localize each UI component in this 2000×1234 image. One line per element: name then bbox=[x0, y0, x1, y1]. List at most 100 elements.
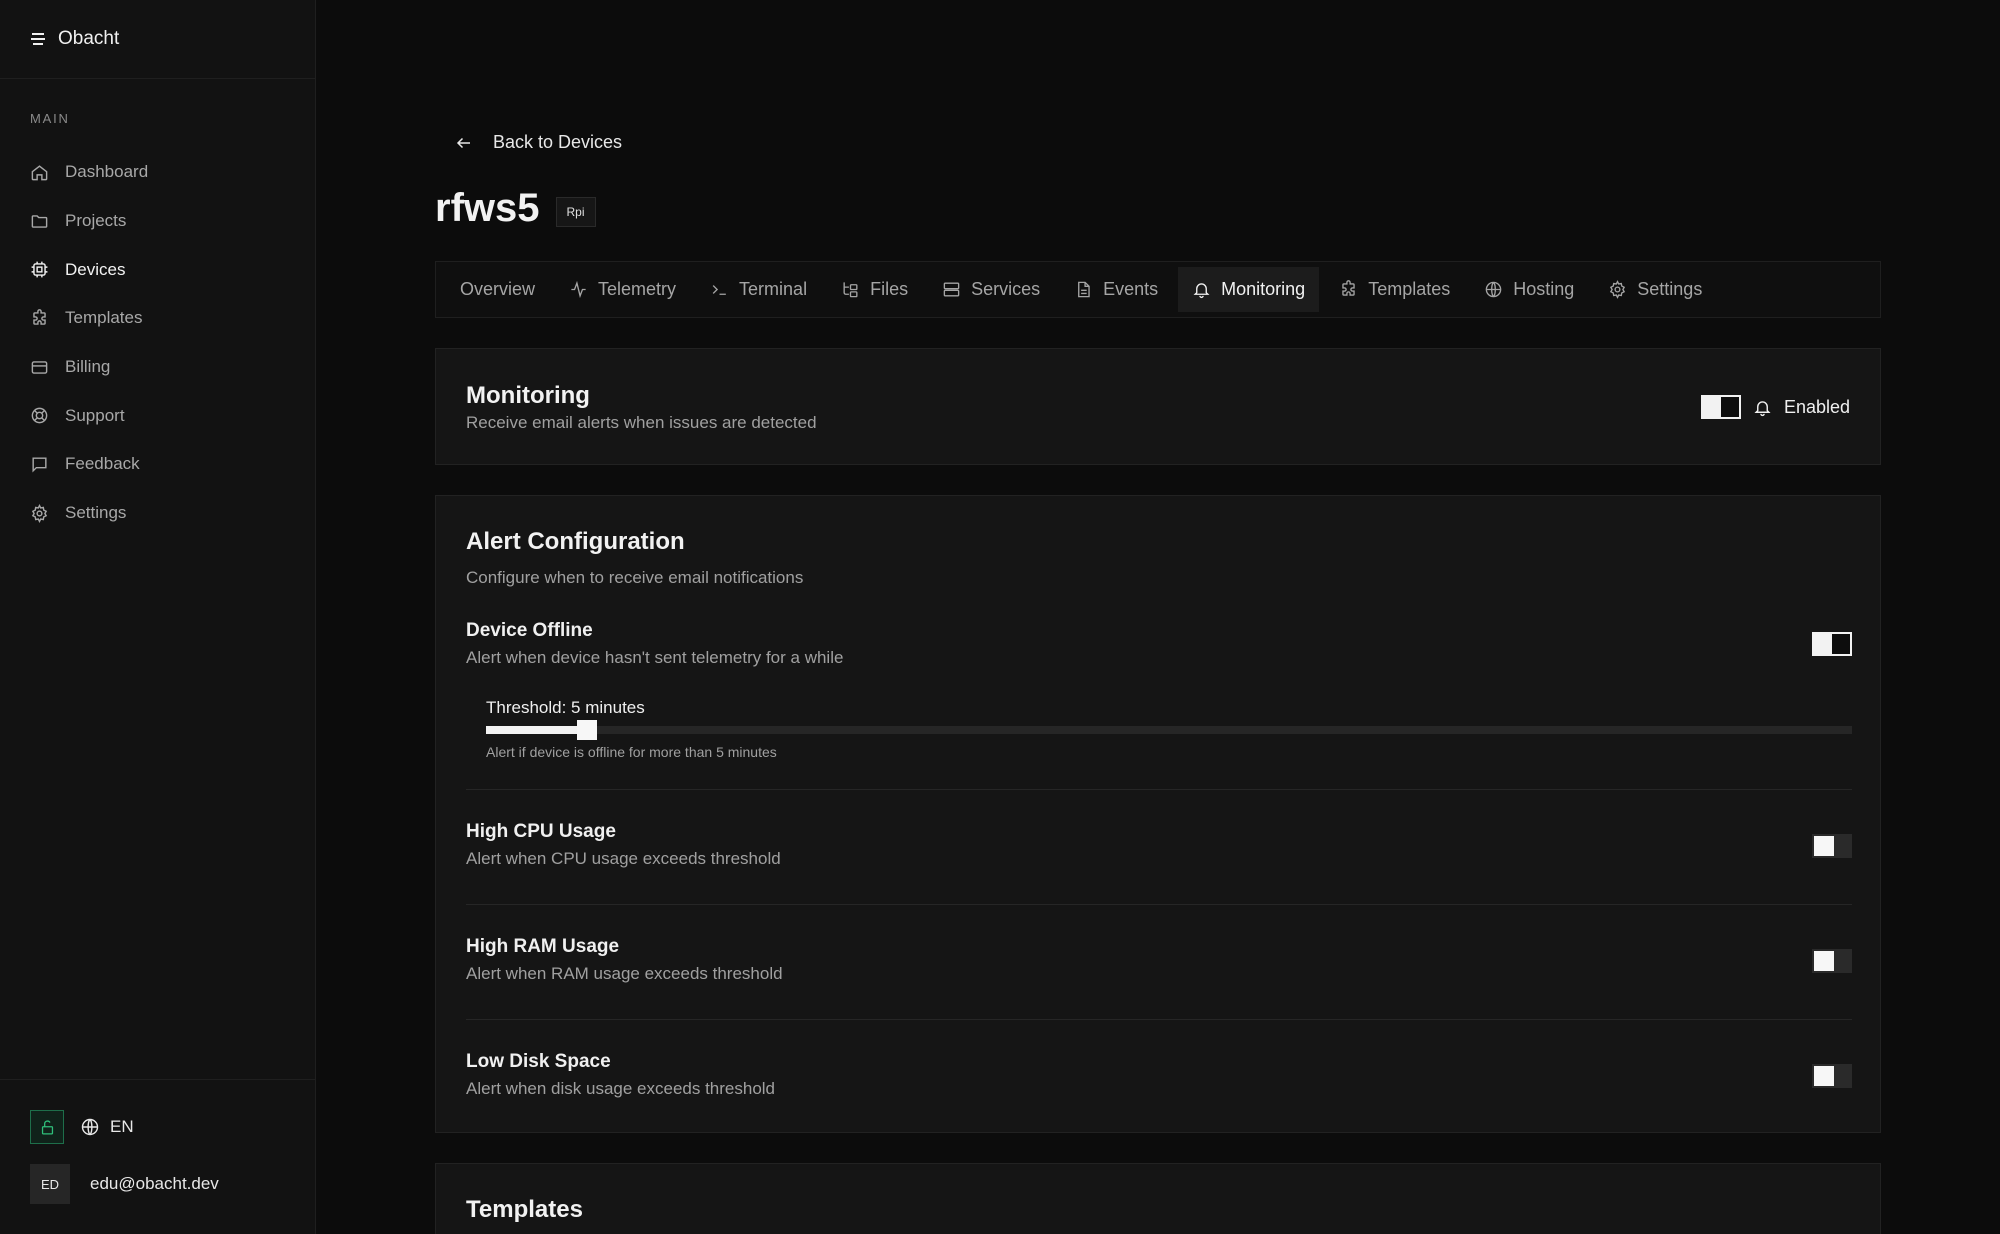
sidebar: Obacht MAIN Dashboard Projects Devices T… bbox=[0, 0, 316, 1234]
app-name: Obacht bbox=[58, 28, 120, 49]
card-icon bbox=[31, 360, 48, 374]
sidebar-section-label: MAIN bbox=[30, 111, 70, 126]
alert-description: Alert when device hasn't sent telemetry … bbox=[466, 648, 844, 667]
tab-templates[interactable]: Templates bbox=[1325, 267, 1464, 312]
alert-low-disk: Low Disk Space Alert when disk usage exc… bbox=[466, 1051, 1852, 1099]
sidebar-nav: Dashboard Projects Devices Templates Bil… bbox=[0, 148, 315, 538]
device-offline-toggle[interactable] bbox=[1812, 632, 1852, 656]
page-header: rfws5 Rpi bbox=[435, 186, 596, 231]
tab-terminal[interactable]: Terminal bbox=[696, 267, 821, 312]
high-cpu-toggle[interactable] bbox=[1812, 834, 1852, 858]
tab-label: Overview bbox=[460, 279, 536, 299]
sidebar-item-label: Projects bbox=[65, 211, 127, 231]
tab-events[interactable]: Events bbox=[1060, 267, 1172, 312]
home-icon bbox=[31, 165, 48, 181]
tab-files[interactable]: Files bbox=[827, 267, 922, 312]
page-title: rfws5 bbox=[435, 186, 540, 230]
puzzle-icon bbox=[1342, 280, 1355, 296]
monitoring-card: Monitoring Receive email alerts when iss… bbox=[435, 348, 1881, 465]
templates-card: Templates bbox=[435, 1163, 1881, 1234]
slider-fill bbox=[486, 726, 588, 734]
tab-label: Files bbox=[870, 279, 909, 299]
alert-configuration-card: Alert Configuration Configure when to re… bbox=[435, 495, 1881, 1133]
back-to-devices-link[interactable]: Back to Devices bbox=[455, 132, 622, 153]
sidebar-item-devices[interactable]: Devices bbox=[0, 245, 315, 294]
monitoring-status: Enabled bbox=[1700, 395, 1850, 419]
tab-hosting[interactable]: Hosting bbox=[1470, 267, 1588, 312]
folder-tree-icon bbox=[843, 282, 858, 298]
threshold-slider[interactable] bbox=[486, 720, 1852, 740]
tab-label: Telemetry bbox=[598, 279, 677, 299]
alert-name: Device Offline bbox=[466, 620, 593, 641]
sidebar-item-feedback[interactable]: Feedback bbox=[0, 440, 315, 489]
divider bbox=[466, 789, 1852, 790]
tab-services[interactable]: Services bbox=[928, 267, 1054, 312]
gear-icon bbox=[31, 503, 48, 523]
alert-name: Low Disk Space bbox=[466, 1051, 611, 1072]
low-disk-toggle[interactable] bbox=[1812, 1064, 1852, 1088]
device-type-badge: Rpi bbox=[555, 196, 596, 227]
puzzle-icon bbox=[33, 309, 46, 325]
monitoring-toggle[interactable] bbox=[1700, 395, 1741, 419]
back-label: Back to Devices bbox=[493, 132, 623, 152]
divider bbox=[466, 1019, 1852, 1020]
sidebar-item-billing[interactable]: Billing bbox=[0, 343, 315, 392]
footer-controls: EN bbox=[30, 1110, 134, 1144]
brand[interactable]: Obacht bbox=[0, 0, 315, 79]
folder-icon bbox=[31, 214, 48, 228]
sidebar-item-label: Dashboard bbox=[65, 162, 149, 182]
lock-button[interactable] bbox=[30, 1110, 64, 1144]
bell-icon bbox=[1754, 400, 1771, 416]
slider-thumb[interactable] bbox=[577, 720, 598, 740]
terminal-icon bbox=[712, 285, 726, 295]
tab-settings[interactable]: Settings bbox=[1594, 267, 1716, 312]
alert-config-title: Alert Configuration bbox=[466, 528, 685, 555]
sidebar-item-projects[interactable]: Projects bbox=[0, 197, 315, 246]
gear-icon bbox=[1610, 280, 1626, 299]
sidebar-item-settings[interactable]: Settings bbox=[0, 489, 315, 538]
sidebar-item-templates[interactable]: Templates bbox=[0, 294, 315, 343]
alert-high-ram: High RAM Usage Alert when RAM usage exce… bbox=[466, 936, 1852, 984]
alert-name: High CPU Usage bbox=[466, 821, 616, 842]
tab-label: Hosting bbox=[1513, 279, 1575, 299]
user-email: edu@obacht.dev bbox=[90, 1174, 219, 1193]
device-tabs: Overview Telemetry Terminal Files Servic… bbox=[435, 261, 1881, 318]
sidebar-item-label: Feedback bbox=[65, 454, 140, 474]
bell-icon bbox=[1193, 283, 1210, 299]
threshold-label: Threshold: 5 minutes bbox=[486, 698, 645, 717]
tab-label: Settings bbox=[1637, 279, 1703, 299]
sidebar-item-dashboard[interactable]: Dashboard bbox=[0, 148, 315, 197]
monitoring-title: Monitoring bbox=[466, 382, 590, 409]
monitoring-subtitle: Receive email alerts when issues are det… bbox=[466, 413, 817, 432]
language-selector[interactable]: EN bbox=[80, 1117, 134, 1137]
monitoring-status-label: Enabled bbox=[1783, 396, 1850, 417]
message-icon bbox=[32, 457, 47, 473]
alert-name: High RAM Usage bbox=[466, 936, 620, 957]
tab-label: Events bbox=[1103, 279, 1159, 299]
language-label: EN bbox=[110, 1117, 134, 1136]
user-menu[interactable]: ED edu@obacht.dev bbox=[30, 1164, 219, 1204]
server-icon bbox=[943, 282, 960, 297]
alert-high-cpu: High CPU Usage Alert when CPU usage exce… bbox=[466, 821, 1852, 869]
lifebuoy-icon bbox=[31, 407, 48, 424]
globe-icon bbox=[81, 1118, 99, 1136]
tab-monitoring[interactable]: Monitoring bbox=[1178, 267, 1320, 312]
sidebar-item-label: Billing bbox=[65, 357, 111, 377]
alert-config-subtitle: Configure when to receive email notifica… bbox=[466, 568, 804, 587]
high-ram-toggle[interactable] bbox=[1812, 949, 1852, 973]
sidebar-item-support[interactable]: Support bbox=[0, 391, 315, 440]
sidebar-item-label: Templates bbox=[65, 308, 143, 328]
file-text-icon bbox=[1078, 281, 1090, 298]
tab-overview[interactable]: Overview bbox=[446, 267, 549, 312]
sidebar-item-label: Settings bbox=[65, 503, 127, 523]
threshold-hint: Alert if device is offline for more than… bbox=[486, 744, 777, 760]
globe-icon bbox=[1485, 281, 1502, 298]
avatar: ED bbox=[30, 1164, 70, 1204]
sidebar-item-label: Devices bbox=[65, 259, 126, 279]
offline-threshold: Threshold: 5 minutes Alert if device is … bbox=[486, 698, 1852, 760]
tab-label: Terminal bbox=[739, 279, 808, 299]
divider bbox=[466, 904, 1852, 905]
tab-label: Templates bbox=[1368, 279, 1451, 299]
tab-label: Monitoring bbox=[1221, 279, 1306, 299]
tab-telemetry[interactable]: Telemetry bbox=[555, 267, 690, 312]
